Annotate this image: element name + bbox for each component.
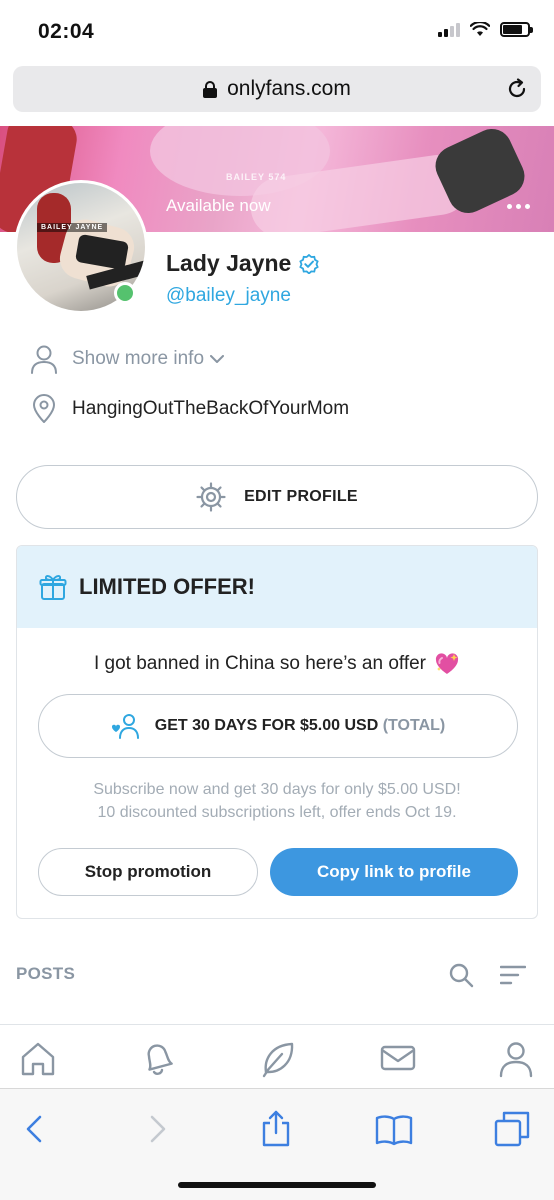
home-indicator[interactable]: [178, 1182, 376, 1188]
back-icon[interactable]: [16, 1109, 56, 1149]
posts-label: POSTS: [16, 964, 76, 983]
edit-profile-label: EDIT PROFILE: [244, 488, 358, 505]
availability-status: Available now: [166, 196, 271, 215]
posts-header: POSTS: [16, 958, 538, 992]
status-time: 02:04: [38, 20, 95, 43]
forward-icon[interactable]: [136, 1109, 176, 1149]
leaf-icon[interactable]: [258, 1039, 298, 1079]
share-icon[interactable]: [256, 1109, 296, 1149]
offer-title: LIMITED OFFER!: [79, 574, 255, 599]
address-bar[interactable]: onlyfans.com: [13, 66, 541, 112]
stop-promotion-button[interactable]: Stop promotion: [38, 848, 258, 896]
location-pin-icon: [33, 394, 55, 423]
profile-name-row: Lady Jayne: [166, 250, 320, 277]
reload-icon[interactable]: [505, 77, 529, 101]
sort-icon[interactable]: [500, 964, 526, 986]
offer-cta-label: GET 30 DAYS FOR $5.00 USD: [154, 717, 379, 734]
subscribe-offer-button[interactable]: GET 30 DAYS FOR $5.00 USD (TOTAL): [38, 694, 518, 758]
battery-icon: [500, 22, 533, 37]
wifi-icon: [470, 22, 490, 36]
location-row: HangingOutTheBackOfYourMom: [30, 394, 349, 424]
show-more-info[interactable]: Show more info: [30, 344, 225, 374]
bell-icon[interactable]: [138, 1039, 178, 1079]
banner-watermark: BAILEY 574: [226, 172, 287, 182]
home-icon[interactable]: [18, 1039, 58, 1079]
status-icons: [438, 22, 533, 37]
more-options-icon[interactable]: [507, 204, 530, 209]
copy-link-button[interactable]: Copy link to profile: [270, 848, 518, 896]
app-bottom-nav: [0, 1024, 554, 1088]
messages-icon[interactable]: [378, 1039, 418, 1079]
offer-message: I got banned in China so here’s an offer: [93, 653, 427, 674]
avatar-overlay-text: BAILEY JAYNE: [37, 223, 108, 232]
edit-profile-button[interactable]: EDIT PROFILE: [16, 465, 538, 529]
gift-icon: [39, 575, 67, 600]
offer-note-line2: 10 discounted subscriptions left, offer …: [97, 804, 457, 821]
user-icon: [31, 345, 57, 374]
profile-name: Lady Jayne: [166, 250, 292, 276]
url-text: onlyfans.com: [227, 77, 351, 100]
limited-offer-card: LIMITED OFFER! I got banned in China so …: [16, 545, 538, 919]
offer-message-row: I got banned in China so here’s an offer: [17, 652, 537, 676]
offer-note: Subscribe now and get 30 days for only $…: [17, 778, 537, 824]
profile-icon[interactable]: [496, 1039, 536, 1079]
bookmarks-icon[interactable]: [374, 1109, 414, 1149]
gear-icon: [196, 482, 226, 512]
verified-icon: [299, 253, 320, 274]
tabs-icon[interactable]: [492, 1109, 532, 1149]
search-icon[interactable]: [448, 962, 474, 988]
online-status-dot: [114, 282, 136, 304]
lock-icon: [203, 80, 218, 98]
offer-header: LIMITED OFFER!: [17, 546, 537, 628]
signal-icon: [438, 22, 460, 37]
offer-cta-suffix: (TOTAL): [382, 717, 446, 734]
add-subscriber-icon: [111, 714, 139, 739]
status-bar: 02:04: [0, 0, 554, 62]
chevron-down-icon: [210, 354, 225, 363]
profile-handle[interactable]: @bailey_jayne: [166, 285, 291, 307]
location-text: HangingOutTheBackOfYourMom: [72, 398, 350, 419]
show-more-label: Show more info: [72, 348, 205, 369]
offer-note-line1: Subscribe now and get 30 days for only $…: [93, 781, 461, 798]
sparkling-heart-icon: [435, 653, 459, 674]
